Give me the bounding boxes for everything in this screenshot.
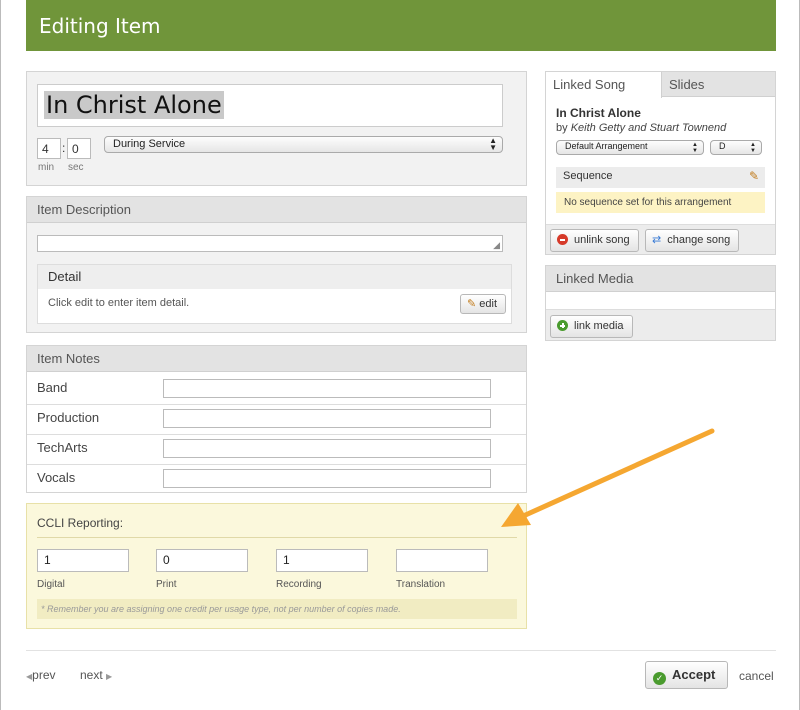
accept-button[interactable]: ✓ Accept	[645, 661, 729, 689]
select-arrows-icon: ▲ ▼	[489, 136, 497, 152]
sequence-empty-notice: No sequence set for this arrangement	[556, 192, 765, 213]
ccli-note: * Remember you are assigning one credit …	[37, 599, 517, 619]
edit-label: edit	[479, 298, 498, 310]
ccli-heading: CCLI Reporting:	[37, 516, 124, 530]
linked-media-actions: link media	[546, 309, 775, 340]
item-description-textarea[interactable]: ◢	[37, 235, 503, 252]
ccli-print-input[interactable]: 0	[156, 549, 248, 572]
arrangement-select[interactable]: Default Arrangement ▲ ▼	[556, 140, 704, 155]
ccli-digital-input[interactable]: 1	[37, 549, 129, 572]
cancel-link[interactable]: cancel	[739, 669, 774, 683]
refresh-icon: ⇄	[652, 234, 662, 246]
length-min-input[interactable]: 4	[37, 138, 61, 159]
remove-icon	[557, 234, 568, 245]
link-media-label: link media	[574, 320, 624, 332]
linked-song-panel: Linked Song Slides In Christ Alone by Ke…	[545, 71, 776, 255]
prev-link[interactable]: ◀prev	[26, 668, 56, 682]
linked-media-heading: Linked Media	[546, 266, 775, 292]
tab-slides[interactable]: Slides	[669, 77, 704, 92]
accept-label: Accept	[672, 667, 716, 682]
modal-footer-divider	[26, 650, 776, 651]
pencil-icon: ✎	[467, 298, 477, 310]
select-arrows-icon: ▲ ▼	[692, 142, 698, 154]
linked-song-byline: by Keith Getty and Stuart Townend	[556, 122, 726, 134]
note-label-vocals: Vocals	[37, 470, 76, 485]
linked-song-title: In Christ Alone	[556, 106, 641, 120]
detail-text: Click edit to enter item detail.	[48, 297, 190, 309]
linked-song-actions: unlink song ⇄ change song	[546, 224, 775, 254]
linked-media-panel: Linked Media link media	[545, 265, 776, 341]
next-link[interactable]: next ▶	[80, 668, 112, 682]
time-colon: :	[62, 141, 66, 155]
ccli-translation-input[interactable]	[396, 549, 488, 572]
prev-label: prev	[32, 668, 56, 682]
note-label-techarts: TechArts	[37, 440, 88, 455]
ccli-print-label: Print	[156, 579, 177, 590]
timing-value: During Service	[113, 138, 186, 150]
song-authors: Keith Getty and Stuart Townend	[570, 122, 727, 134]
resize-handle-icon[interactable]: ◢	[493, 240, 500, 251]
note-input-band[interactable]	[163, 379, 491, 398]
timing-select[interactable]: During Service ▲ ▼	[104, 136, 503, 153]
key-value: D	[719, 141, 726, 151]
song-tabs: Linked Song Slides	[546, 72, 775, 98]
row-divider	[27, 404, 526, 405]
note-label-band: Band	[37, 380, 68, 395]
item-description-panel: Item Description ◢ Detail Click edit to …	[26, 196, 527, 333]
item-title-panel: In Christ Alone 4 : 0 min sec During Ser…	[26, 71, 527, 186]
ccli-recording-input[interactable]: 1	[276, 549, 368, 572]
ccli-divider	[37, 537, 517, 538]
by-prefix: by	[556, 122, 568, 134]
note-label-production: Production	[37, 410, 100, 425]
sec-label: sec	[68, 162, 84, 173]
edit-sequence-pencil-icon[interactable]: ✎	[749, 169, 759, 183]
ccli-translation-label: Translation	[396, 579, 446, 590]
item-notes-panel: Item Notes Band Production TechArts Voca…	[26, 345, 527, 493]
next-label: next	[80, 668, 103, 682]
ccli-reporting-panel: CCLI Reporting: 1 0 1 Digital Print Reco…	[26, 503, 527, 629]
tab-linked-song[interactable]: Linked Song	[546, 72, 662, 98]
edit-detail-button[interactable]: ✎ edit	[460, 294, 507, 314]
editing-item-modal: Editing Item In Christ Alone 4 : 0 min s…	[0, 0, 800, 710]
ccli-digital-label: Digital	[37, 579, 65, 590]
next-arrow-icon: ▶	[106, 672, 113, 681]
unlink-song-button[interactable]: unlink song	[550, 229, 639, 252]
note-input-production[interactable]	[163, 409, 491, 428]
item-notes-heading: Item Notes	[27, 346, 526, 372]
key-select[interactable]: D ▲ ▼	[710, 140, 762, 155]
change-song-label: change song	[667, 234, 731, 246]
note-input-techarts[interactable]	[163, 439, 491, 458]
unlink-song-label: unlink song	[574, 234, 630, 246]
ccli-recording-label: Recording	[276, 579, 322, 590]
item-title-input[interactable]: In Christ Alone	[37, 84, 503, 127]
add-icon	[557, 320, 568, 331]
item-title-text: In Christ Alone	[44, 91, 224, 119]
detail-heading: Detail	[38, 265, 511, 289]
sequence-label: Sequence	[563, 170, 613, 182]
detail-box: Detail Click edit to enter item detail. …	[37, 264, 512, 324]
select-arrows-icon: ▲ ▼	[750, 142, 756, 154]
row-divider	[27, 434, 526, 435]
item-description-heading: Item Description	[27, 197, 526, 223]
length-sec-input[interactable]: 0	[67, 138, 91, 159]
change-song-button[interactable]: ⇄ change song	[645, 229, 740, 252]
row-divider	[27, 464, 526, 465]
checkmark-icon: ✓	[653, 672, 666, 685]
note-input-vocals[interactable]	[163, 469, 491, 488]
sequence-header: Sequence ✎	[556, 167, 765, 188]
arrangement-value: Default Arrangement	[565, 141, 648, 151]
modal-title: Editing Item	[26, 0, 776, 51]
min-label: min	[38, 162, 55, 173]
link-media-button[interactable]: link media	[550, 315, 633, 338]
